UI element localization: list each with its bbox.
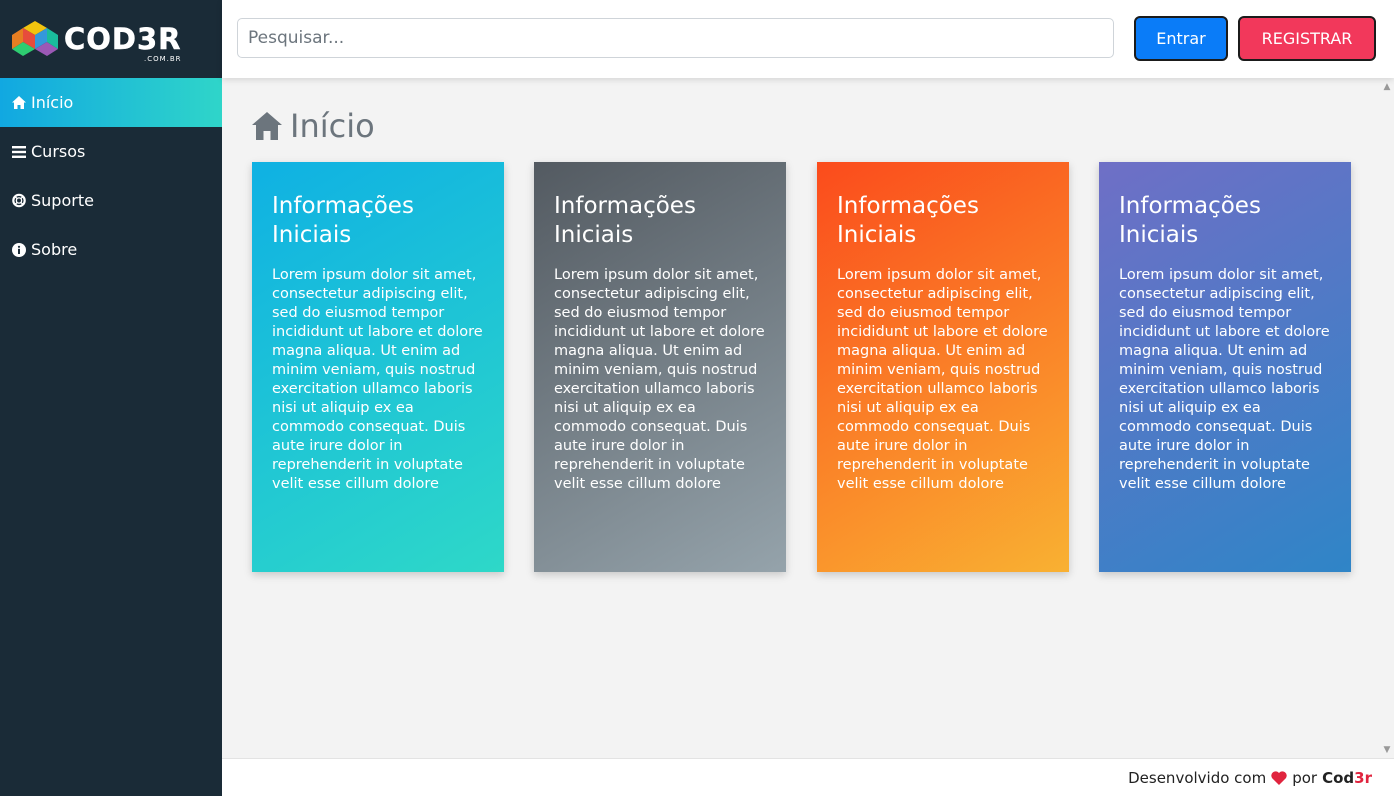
logo-subtext: .COM.BR [143, 54, 182, 63]
life-ring-icon [12, 193, 26, 208]
logo[interactable]: COD3R .COM.BR [0, 0, 222, 78]
footer-brand-main: Cod [1322, 768, 1355, 787]
sidebar-item-label: Suporte [31, 190, 94, 210]
search-input[interactable] [237, 18, 1114, 58]
info-card: Informações Iniciais Lorem ipsum dolor s… [817, 162, 1069, 572]
scroll-down-arrow-icon[interactable]: ▼ [1382, 745, 1392, 755]
sidebar: Início Cursos Suporte Sobre [0, 78, 222, 796]
page-title: Início [252, 110, 375, 142]
card-title: Informações Iniciais [554, 193, 696, 248]
info-circle-icon [12, 242, 26, 257]
main-content: Início Informações Iniciais Lorem ipsum … [222, 78, 1394, 758]
scroll-up-arrow-icon[interactable]: ▲ [1382, 82, 1392, 92]
heart-icon [1271, 770, 1287, 785]
card-body: Lorem ipsum dolor sit amet, consectetur … [1119, 267, 1330, 492]
card-title: Informações Iniciais [1119, 193, 1261, 248]
info-card: Informações Iniciais Lorem ipsum dolor s… [1099, 162, 1351, 572]
footer-brand[interactable]: Cod3r [1322, 769, 1372, 787]
logo-text: COD3R [64, 21, 182, 56]
sidebar-item-inicio[interactable]: Início [0, 78, 222, 127]
home-icon [252, 112, 282, 140]
card-body: Lorem ipsum dolor sit amet, consectetur … [837, 267, 1048, 492]
footer-by: por [1292, 768, 1318, 787]
page-title-text: Início [290, 107, 375, 145]
info-card: Informações Iniciais Lorem ipsum dolor s… [534, 162, 786, 572]
logo-cube-icon [12, 21, 58, 56]
card-title: Informações Iniciais [272, 193, 414, 248]
bars-icon [12, 145, 26, 159]
register-button[interactable]: REGISTRAR [1238, 16, 1376, 61]
sidebar-item-label: Início [31, 92, 74, 112]
sidebar-item-label: Sobre [31, 239, 78, 259]
login-button[interactable]: Entrar [1134, 16, 1228, 61]
top-header: Entrar REGISTRAR [222, 0, 1394, 78]
info-card: Informações Iniciais Lorem ipsum dolor s… [252, 162, 504, 572]
card-body: Lorem ipsum dolor sit amet, consectetur … [554, 267, 765, 492]
footer-brand-accent: 3r [1354, 768, 1372, 787]
sidebar-item-suporte[interactable]: Suporte [0, 176, 222, 225]
card-body: Lorem ipsum dolor sit amet, consectetur … [272, 267, 483, 492]
sidebar-item-sobre[interactable]: Sobre [0, 225, 222, 274]
home-icon [12, 96, 26, 110]
sidebar-item-cursos[interactable]: Cursos [0, 127, 222, 176]
sidebar-item-label: Cursos [31, 141, 86, 161]
footer-prefix: Desenvolvido com [1128, 768, 1267, 787]
footer: Desenvolvido com por Cod3r [222, 758, 1394, 796]
card-title: Informações Iniciais [837, 193, 979, 248]
